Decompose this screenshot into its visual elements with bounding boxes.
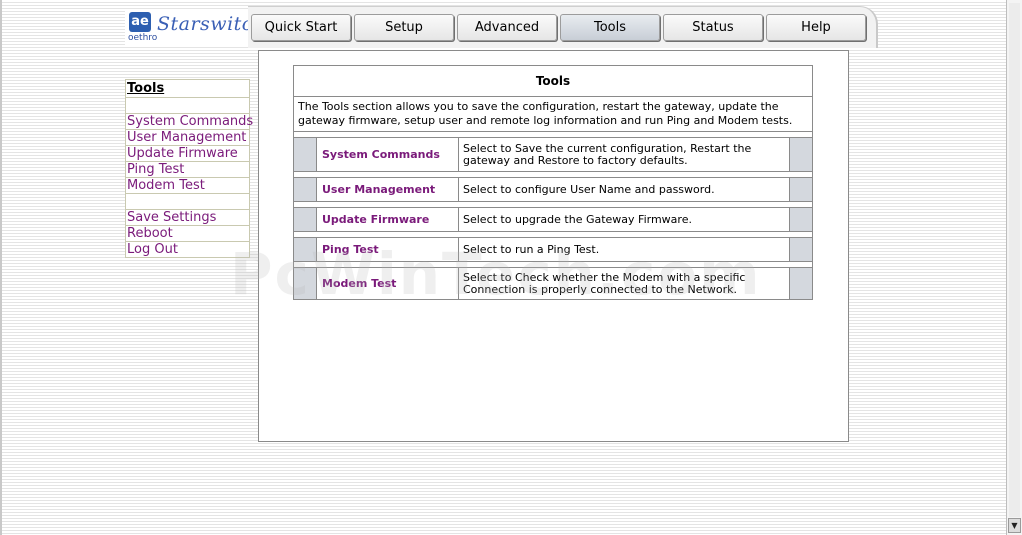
sidebar-link-modem-test[interactable]: Modem Test bbox=[126, 178, 249, 193]
link-ping-test[interactable]: Ping Test bbox=[316, 237, 459, 262]
sidebar-link-log-out[interactable]: Log Out bbox=[126, 242, 249, 257]
row-edge bbox=[789, 207, 813, 232]
table-row: User Management Select to configure User… bbox=[293, 177, 813, 202]
link-update-firmware[interactable]: Update Firmware bbox=[316, 207, 459, 232]
row-edge bbox=[789, 177, 813, 202]
tab-help[interactable]: Help bbox=[766, 14, 866, 41]
row-description: Select to configure User Name and passwo… bbox=[458, 177, 790, 202]
sidebar-item-log-out[interactable]: Log Out bbox=[125, 242, 250, 258]
sidebar-divider bbox=[125, 194, 250, 210]
sidebar-link-ping-test[interactable]: Ping Test bbox=[126, 162, 249, 177]
sidebar-item-user-management[interactable]: User Management bbox=[125, 130, 250, 146]
header: ae oethro Starswitch Quick Start Setup A… bbox=[0, 0, 1006, 48]
window-frame bbox=[0, 0, 2, 535]
link-system-commands[interactable]: System Commands bbox=[316, 137, 459, 172]
sidebar-nav: Tools System Commands User Management Up… bbox=[125, 79, 253, 258]
tab-quick-start[interactable]: Quick Start bbox=[251, 14, 351, 41]
row-edge bbox=[293, 137, 317, 172]
sidebar-link-system-commands[interactable]: System Commands bbox=[126, 114, 253, 129]
table-row: Ping Test Select to run a Ping Test. bbox=[293, 237, 813, 262]
page-title: Tools bbox=[293, 65, 813, 97]
sidebar-item-update-firmware[interactable]: Update Firmware bbox=[125, 146, 250, 162]
sidebar-item-reboot[interactable]: Reboot bbox=[125, 226, 250, 242]
row-description: Select to upgrade the Gateway Firmware. bbox=[458, 207, 790, 232]
sidebar-item-ping-test[interactable]: Ping Test bbox=[125, 162, 250, 178]
tab-advanced[interactable]: Advanced bbox=[457, 14, 557, 41]
row-edge bbox=[293, 237, 317, 262]
scroll-down-arrow-icon[interactable]: ▼ bbox=[1008, 518, 1021, 533]
sidebar-item-save-settings[interactable]: Save Settings bbox=[125, 210, 250, 226]
logo-mark: ae bbox=[129, 12, 151, 32]
link-modem-test[interactable]: Modem Test bbox=[316, 267, 459, 300]
tab-status[interactable]: Status bbox=[663, 14, 763, 41]
scrollbar-track[interactable] bbox=[1009, 3, 1020, 517]
row-edge bbox=[789, 237, 813, 262]
logo-company: oethro bbox=[128, 33, 158, 43]
sidebar-link-update-firmware[interactable]: Update Firmware bbox=[126, 146, 249, 161]
table-row: System Commands Select to Save the curre… bbox=[293, 137, 813, 172]
row-edge bbox=[293, 207, 317, 232]
brand-logo: ae oethro Starswitch bbox=[125, 9, 265, 47]
row-edge bbox=[789, 267, 813, 300]
sidebar-divider bbox=[125, 98, 250, 114]
row-description: Select to run a Ping Test. bbox=[458, 237, 790, 262]
table-row: Modem Test Select to Check whether the M… bbox=[293, 267, 813, 300]
tab-tools[interactable]: Tools bbox=[560, 14, 660, 41]
sidebar-link-save-settings[interactable]: Save Settings bbox=[126, 210, 249, 225]
sidebar-title: Tools bbox=[125, 79, 250, 98]
link-user-management[interactable]: User Management bbox=[316, 177, 459, 202]
row-description: Select to Check whether the Modem with a… bbox=[458, 267, 790, 300]
row-description: Select to Save the current configuration… bbox=[458, 137, 790, 172]
tools-table: Tools The Tools section allows you to sa… bbox=[293, 65, 813, 300]
sidebar-item-system-commands[interactable]: System Commands bbox=[125, 114, 253, 130]
row-edge bbox=[293, 177, 317, 202]
tab-setup[interactable]: Setup bbox=[354, 14, 454, 41]
row-edge bbox=[293, 267, 317, 300]
vertical-scrollbar[interactable]: ▼ bbox=[1006, 0, 1022, 535]
table-row: Update Firmware Select to upgrade the Ga… bbox=[293, 207, 813, 232]
row-edge bbox=[789, 137, 813, 172]
intro-text: The Tools section allows you to save the… bbox=[293, 96, 813, 132]
sidebar-link-user-management[interactable]: User Management bbox=[126, 130, 249, 145]
sidebar-link-reboot[interactable]: Reboot bbox=[126, 226, 249, 241]
sidebar-item-modem-test[interactable]: Modem Test bbox=[125, 178, 250, 194]
